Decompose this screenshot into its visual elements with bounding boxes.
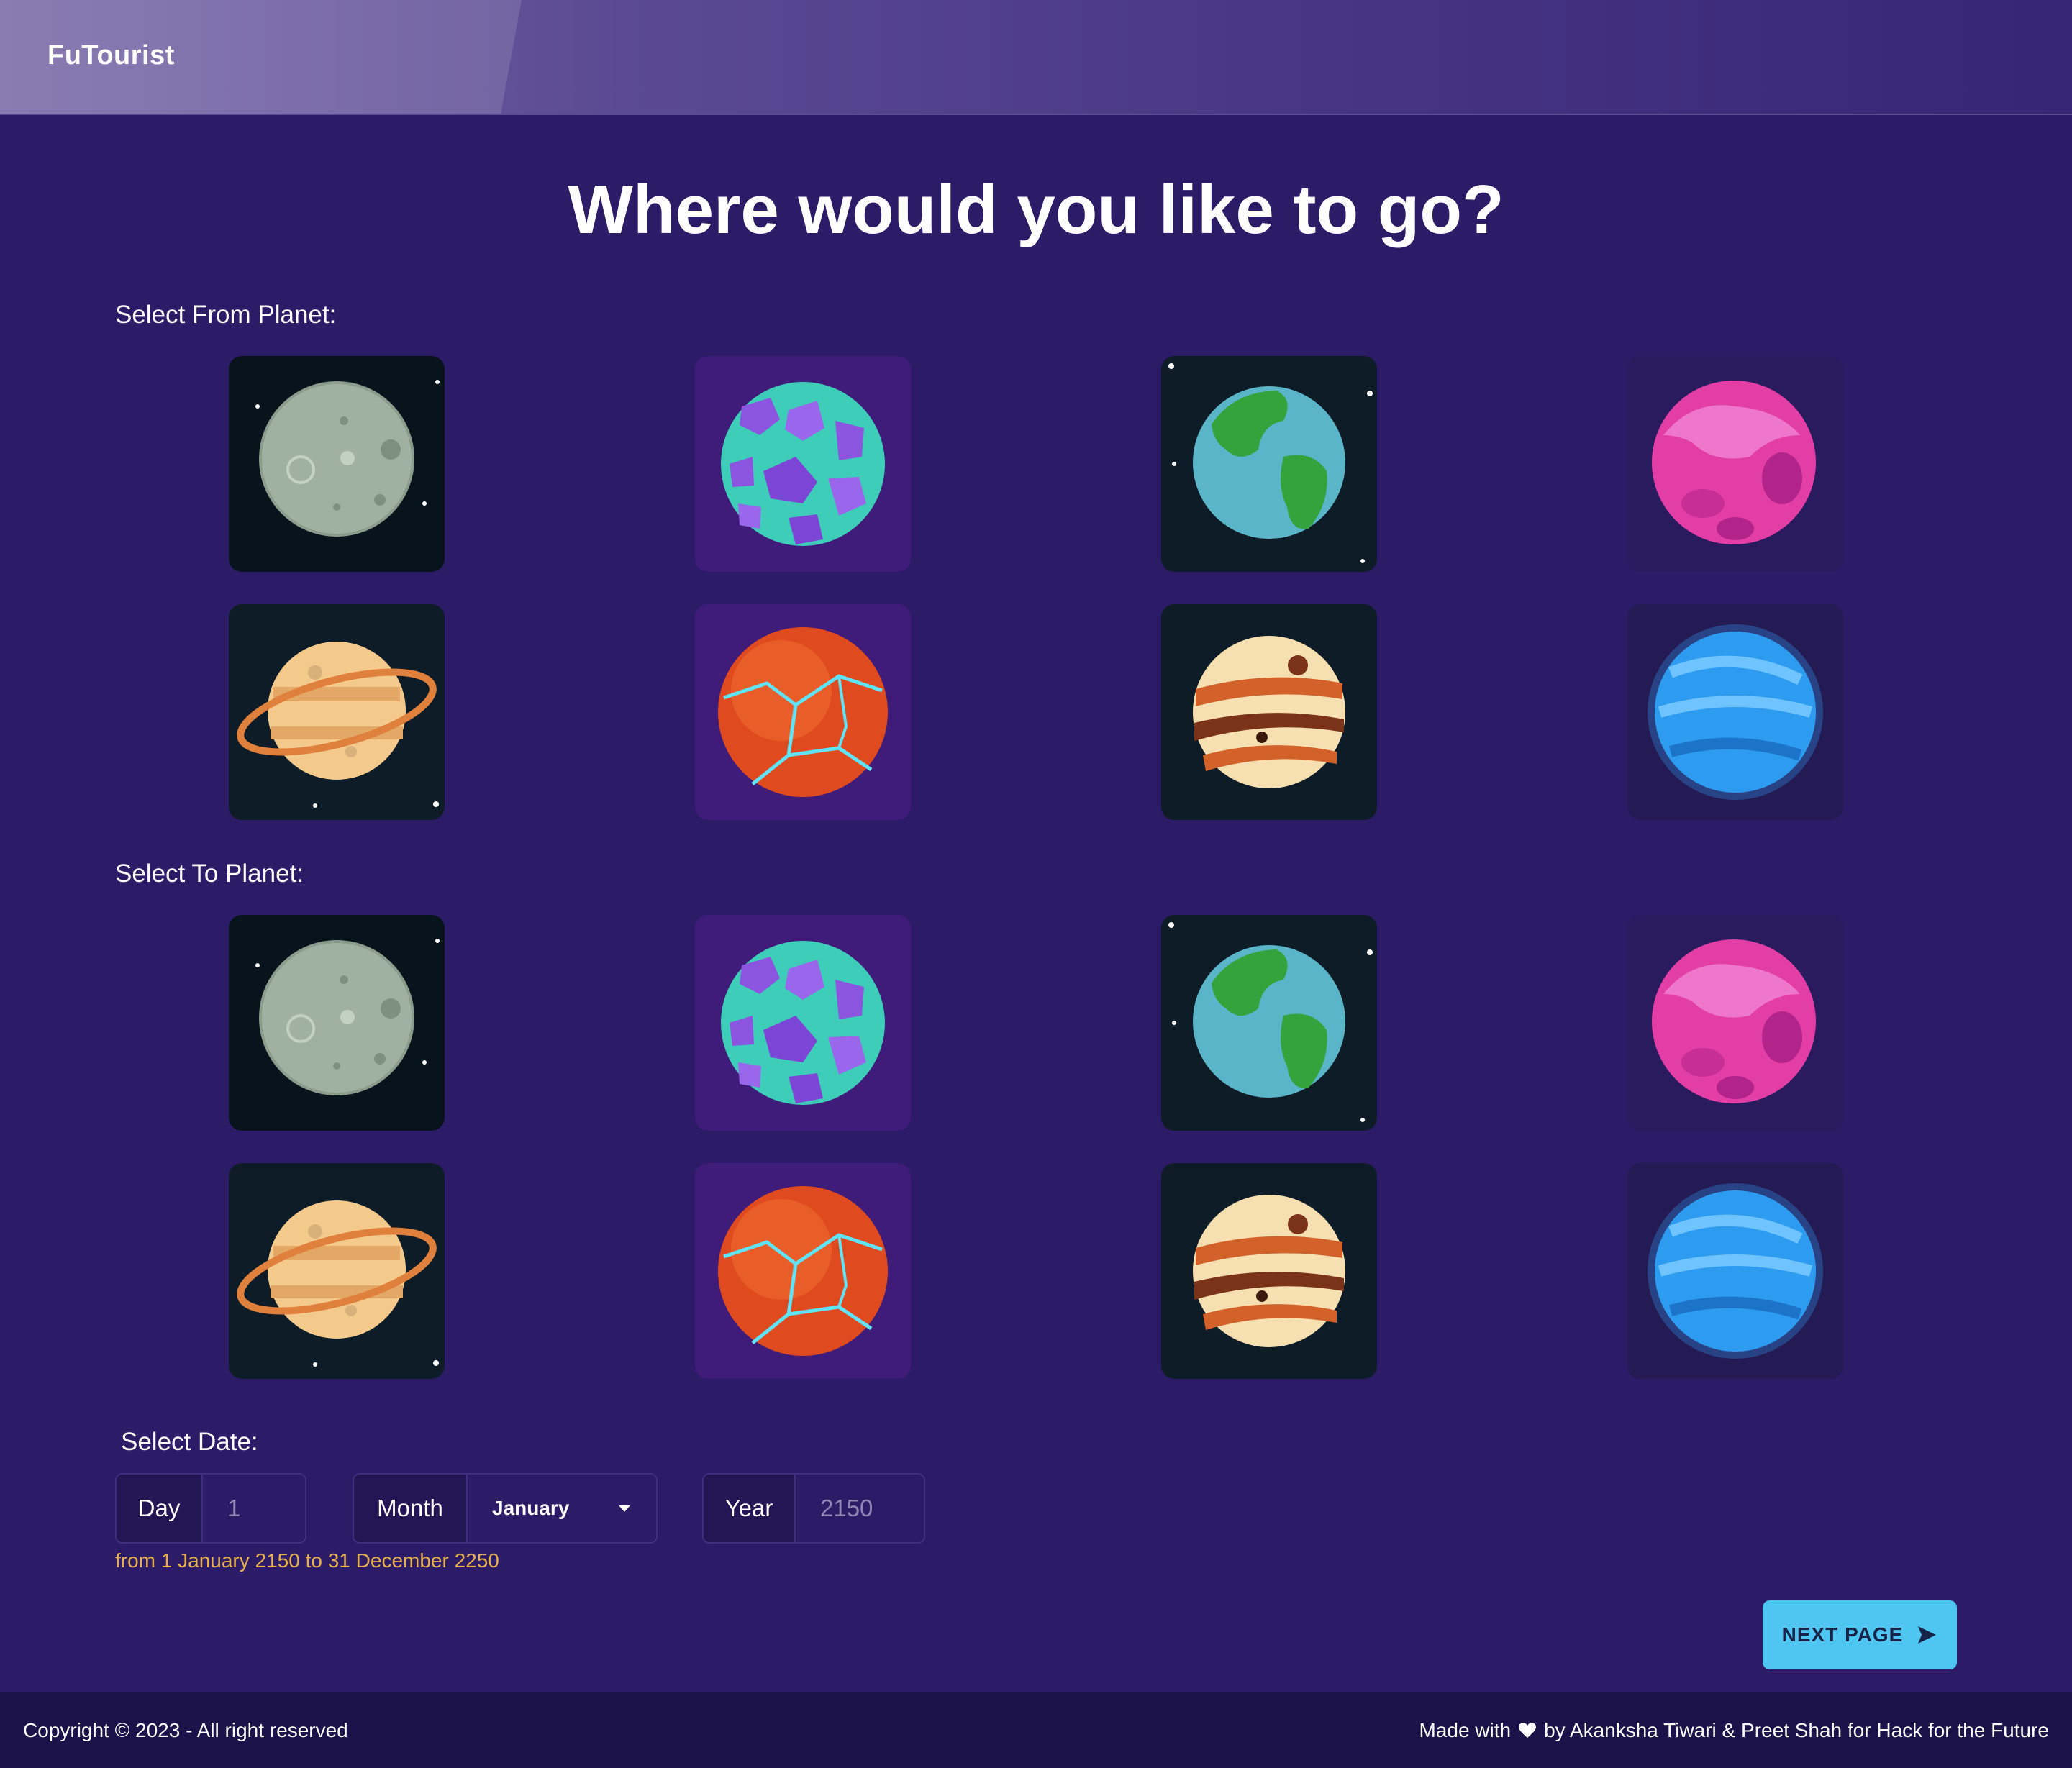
- next-page-button[interactable]: NEXT PAGE: [1763, 1600, 1957, 1669]
- moon-planet-icon: [229, 356, 445, 572]
- month-select[interactable]: January: [466, 1475, 656, 1542]
- from-planet-grid: [229, 356, 1843, 852]
- ringed-planet-icon: [229, 1163, 445, 1379]
- moon-planet-icon: [229, 915, 445, 1131]
- day-label: Day: [117, 1475, 201, 1542]
- to-planet-jupiter[interactable]: [1161, 1163, 1377, 1379]
- to-planet-saturn[interactable]: [229, 1163, 445, 1379]
- striped-planet-icon: [1161, 604, 1377, 820]
- chevron-down-icon: [619, 1505, 630, 1512]
- to-planet-blue[interactable]: [1627, 1163, 1843, 1379]
- year-input-group: Year 2150: [702, 1473, 925, 1544]
- pink-planet-icon: [1627, 915, 1843, 1131]
- from-planet-jupiter[interactable]: [1161, 604, 1377, 820]
- copyright-text: Copyright © 2023 - All right reserved: [23, 1719, 348, 1741]
- from-planet-lava[interactable]: [695, 604, 911, 820]
- year-input[interactable]: 2150: [794, 1475, 924, 1542]
- to-planet-crystal[interactable]: [695, 915, 911, 1131]
- heart-icon: [1519, 1723, 1537, 1738]
- to-planet-earth[interactable]: [1161, 915, 1377, 1131]
- from-planet-earth[interactable]: [1161, 356, 1377, 572]
- footer: Copyright © 2023 - All right reserved Ma…: [0, 1692, 2072, 1768]
- from-planet-blue[interactable]: [1627, 604, 1843, 820]
- credit-text: by Akanksha Tiwari & Preet Shah for Hack…: [1544, 1719, 2049, 1741]
- lava-planet-icon: [695, 604, 911, 820]
- day-input[interactable]: 1: [201, 1475, 305, 1542]
- month-input-group: Month January: [353, 1473, 658, 1544]
- made-with-text: Made with: [1419, 1719, 1512, 1741]
- to-planet-lava[interactable]: [695, 1163, 911, 1379]
- ringed-planet-icon: [229, 604, 445, 820]
- to-planet-moon[interactable]: [229, 915, 445, 1131]
- brand-logo-text[interactable]: FuTourist: [47, 40, 175, 71]
- date-range-hint: from 1 January 2150 to 31 December 2250: [115, 1549, 499, 1572]
- crystal-planet-icon: [695, 356, 911, 572]
- striped-planet-icon: [1161, 1163, 1377, 1379]
- earth-planet-icon: [1161, 915, 1377, 1131]
- page-title: Where would you like to go?: [568, 171, 1504, 248]
- from-planet-crystal[interactable]: [695, 356, 911, 572]
- pink-planet-icon: [1627, 356, 1843, 572]
- blue-planet-icon: [1627, 604, 1843, 820]
- earth-planet-icon: [1161, 356, 1377, 572]
- send-arrow-icon: [1918, 1626, 1937, 1644]
- lava-planet-icon: [695, 1163, 911, 1379]
- year-label: Year: [704, 1475, 794, 1542]
- to-planet-grid: [229, 915, 1843, 1411]
- month-selected-value: January: [492, 1497, 570, 1519]
- from-planet-label: Select From Planet:: [115, 301, 337, 329]
- credits: Made with by Akanksha Tiwari & Preet Sha…: [1419, 1719, 2049, 1742]
- blue-planet-icon: [1627, 1163, 1843, 1379]
- date-label: Select Date:: [121, 1428, 258, 1456]
- day-input-group: Day 1: [115, 1473, 306, 1544]
- navbar: FuTourist: [0, 0, 2072, 115]
- to-planet-label: Select To Planet:: [115, 860, 304, 888]
- crystal-planet-icon: [695, 915, 911, 1131]
- to-planet-pink[interactable]: [1627, 915, 1843, 1131]
- from-planet-pink[interactable]: [1627, 356, 1843, 572]
- month-label: Month: [354, 1475, 466, 1542]
- next-page-label: NEXT PAGE: [1781, 1623, 1904, 1646]
- from-planet-moon[interactable]: [229, 356, 445, 572]
- from-planet-saturn[interactable]: [229, 604, 445, 820]
